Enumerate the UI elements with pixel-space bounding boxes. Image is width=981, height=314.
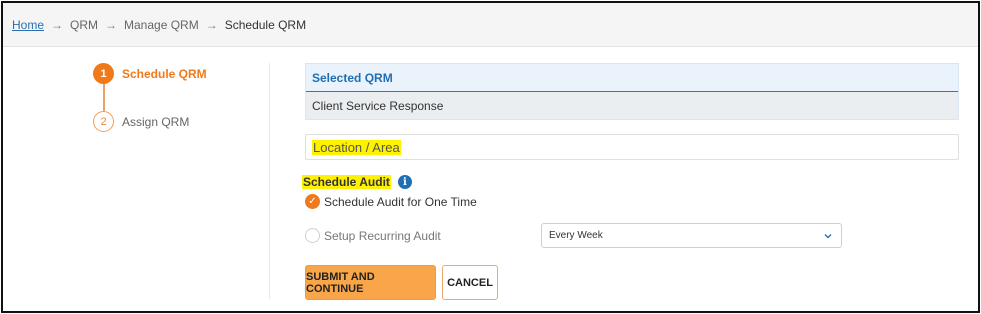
schedule-audit-heading: Schedule Audit i xyxy=(302,175,412,189)
breadcrumb-home-link[interactable]: Home xyxy=(12,18,44,32)
submit-and-continue-button[interactable]: SUBMIT AND CONTINUE xyxy=(305,265,436,300)
step-schedule-qrm[interactable]: 1 Schedule QRM xyxy=(93,63,207,84)
selected-qrm-panel: Selected QRM Client Service Response xyxy=(305,63,959,120)
schedule-audit-label: Schedule Audit xyxy=(302,175,391,189)
radio-label: Setup Recurring Audit xyxy=(324,228,441,243)
selected-qrm-value: Client Service Response xyxy=(306,92,958,119)
radio-one-time-audit[interactable]: ✓ Schedule Audit for One Time xyxy=(305,194,477,209)
progress-stepper: 1 Schedule QRM 2 Assign QRM xyxy=(93,63,263,143)
selected-qrm-header: Selected QRM xyxy=(306,64,958,92)
breadcrumb-qrm[interactable]: QRM xyxy=(70,18,98,32)
location-placeholder: Location / Area xyxy=(312,139,401,155)
radio-recurring-audit[interactable]: Setup Recurring Audit xyxy=(305,228,441,243)
page-frame: Home → QRM → Manage QRM → Schedule QRM 1… xyxy=(1,1,980,313)
radio-label: Schedule Audit for One Time xyxy=(324,194,477,209)
step-label: Schedule QRM xyxy=(122,66,207,81)
breadcrumb-arrow-icon: → xyxy=(51,17,64,32)
breadcrumb-current-page: Schedule QRM xyxy=(224,17,307,32)
breadcrumb-manage-qrm[interactable]: Manage QRM xyxy=(124,18,199,32)
step-number-badge: 1 xyxy=(93,63,114,84)
breadcrumb-arrow-icon: → xyxy=(105,17,118,32)
step-label: Assign QRM xyxy=(122,114,190,129)
stepper-connector xyxy=(103,84,105,111)
check-icon: ✓ xyxy=(305,194,320,209)
radio-empty-icon xyxy=(305,228,320,243)
breadcrumb-arrow-icon: → xyxy=(205,17,218,32)
location-area-input[interactable]: Location / Area xyxy=(305,134,959,160)
step-number-badge: 2 xyxy=(93,111,114,132)
breadcrumb: Home → QRM → Manage QRM → Schedule QRM xyxy=(3,3,978,47)
step-assign-qrm[interactable]: 2 Assign QRM xyxy=(93,111,189,132)
vertical-divider xyxy=(269,63,270,299)
recurrence-frequency-select[interactable]: Every Week xyxy=(541,223,842,248)
cancel-button[interactable]: CANCEL xyxy=(442,265,498,300)
chevron-down-icon xyxy=(824,233,832,238)
info-icon[interactable]: i xyxy=(397,175,412,189)
select-value: Every Week xyxy=(549,230,603,241)
